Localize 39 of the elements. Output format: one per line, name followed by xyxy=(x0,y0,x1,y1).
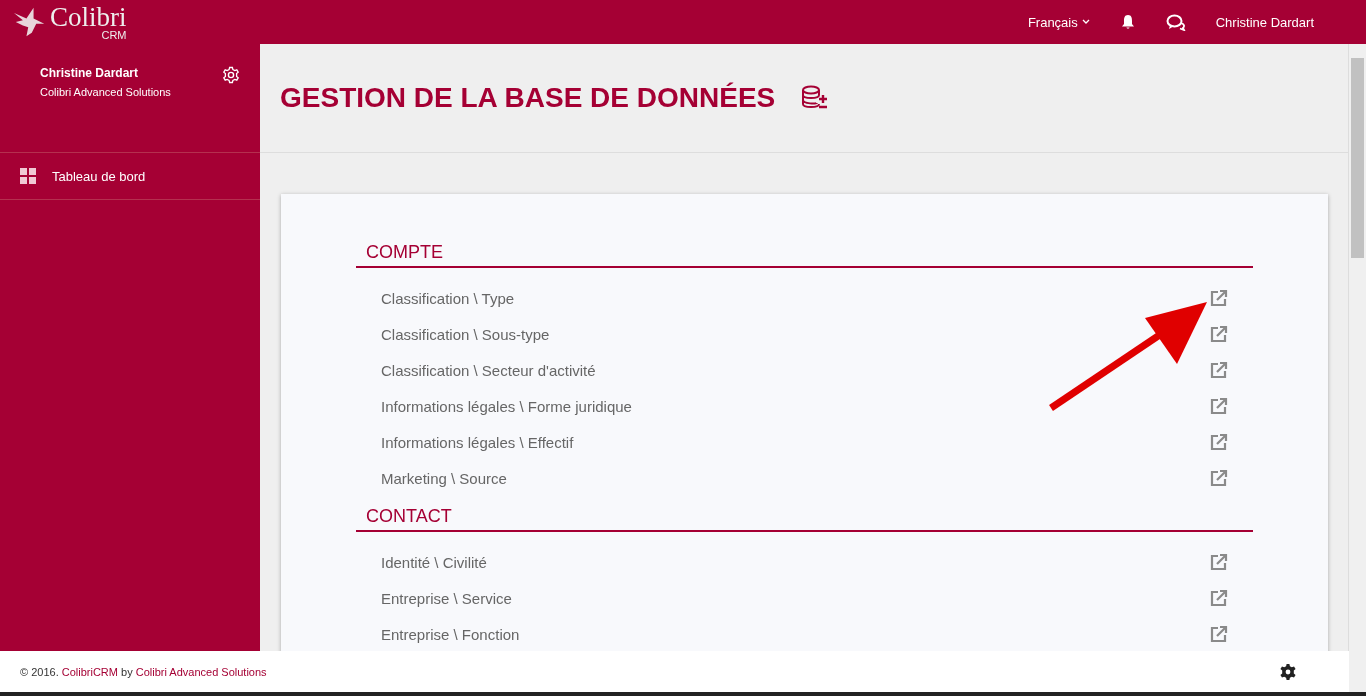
sidebar-item[interactable]: Tableau de bord xyxy=(0,153,260,200)
page-title: GESTION DE LA BASE DE DONNÉES xyxy=(280,82,776,114)
list-item-label: Informations légales \ Forme juridique xyxy=(381,397,632,415)
bell-icon[interactable] xyxy=(1119,14,1136,30)
external-link-icon[interactable] xyxy=(1210,361,1228,379)
brand-link[interactable]: ColibriCRM xyxy=(61,665,118,678)
user-menu[interactable]: Christine Dardart xyxy=(1215,14,1314,30)
external-link-icon[interactable] xyxy=(1210,625,1228,643)
external-link-icon[interactable] xyxy=(1210,397,1228,415)
list-item-label: Entreprise \ Fonction xyxy=(381,625,520,643)
grid-icon xyxy=(20,168,36,184)
section-heading: CONTACT xyxy=(356,502,1253,532)
list-item-label: Informations légales \ Effectif xyxy=(381,433,574,451)
company-link[interactable]: Colibri Advanced Solutions xyxy=(135,665,267,678)
external-link-icon[interactable] xyxy=(1210,553,1228,571)
external-link-icon[interactable] xyxy=(1210,433,1228,451)
external-link-icon[interactable] xyxy=(1210,289,1228,307)
section-heading: COMPTE xyxy=(356,238,1253,268)
user-name: Christine Dardart xyxy=(40,66,140,80)
list-item-label: Classification \ Secteur d'activité xyxy=(381,361,596,379)
logo-name: Colibri xyxy=(50,3,127,31)
settings-icon[interactable] xyxy=(222,66,240,84)
list-item-label: Classification \ Type xyxy=(381,289,515,307)
database-plus-minus-icon[interactable] xyxy=(801,85,830,111)
list-item-label: Marketing \ Source xyxy=(381,469,507,487)
settings-icon[interactable] xyxy=(1279,662,1297,681)
chevron-down-icon xyxy=(1081,19,1090,25)
chat-bubbles-icon[interactable] xyxy=(1165,13,1186,31)
external-link-icon[interactable] xyxy=(1210,469,1228,487)
company-name: Colibri Advanced Solutions xyxy=(40,86,171,98)
logo-subtitle: CRM xyxy=(101,29,127,41)
list-item-label: Classification \ Sous-type xyxy=(381,325,550,343)
copyright-text: © 2016. ColibriCRM by Colibri Advanced Solutions xyxy=(20,665,267,678)
language-dropdown[interactable]: Français xyxy=(1027,14,1090,30)
external-link-icon[interactable] xyxy=(1210,325,1228,343)
sidebar-item-label: Tableau de bord xyxy=(52,168,146,184)
list-item-label: Identité \ Civilité xyxy=(381,553,487,571)
external-link-icon[interactable] xyxy=(1210,589,1228,607)
list-item-label: Entreprise \ Service xyxy=(381,589,512,607)
